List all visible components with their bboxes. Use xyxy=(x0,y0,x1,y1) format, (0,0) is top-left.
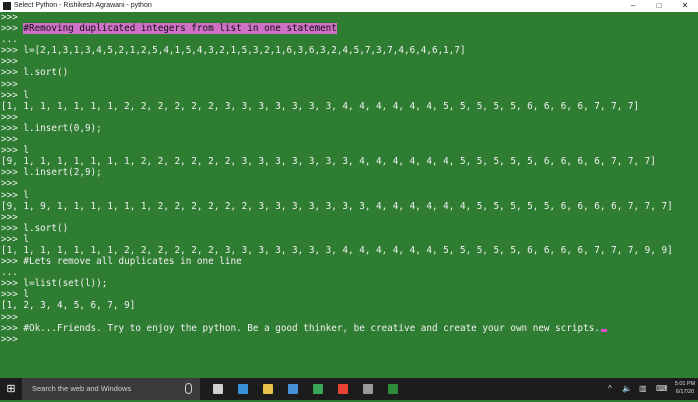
console-line-text: ... xyxy=(1,267,18,279)
console-line: >>> l=list(set(l)); xyxy=(0,278,698,289)
search-placeholder: Search the web and Windows xyxy=(32,384,132,393)
app-green-icon[interactable] xyxy=(310,381,326,397)
console-line-text: >>> xyxy=(1,56,18,68)
console-line-text: >>> xyxy=(1,134,18,146)
console-line-text: >>> xyxy=(1,111,18,123)
close-button[interactable]: ✕ xyxy=(672,0,698,12)
store-icon[interactable] xyxy=(285,381,301,397)
console-line-text: >>> l.sort() xyxy=(1,222,69,234)
network-icon[interactable]: ▥ xyxy=(639,378,647,400)
taskbar: ⊞ Search the web and Windows ^ 🔈 ▥ ⌨ 5:0… xyxy=(0,378,698,400)
console-line: >>> l.sort() xyxy=(0,67,698,78)
console-line: >>> xyxy=(0,56,698,67)
console-output[interactable]: >>> >>> #Removing duplicated integers fro… xyxy=(0,12,698,378)
console-line-text: [9, 1, 1, 1, 1, 1, 1, 1, 2, 2, 2, 2, 2, … xyxy=(1,156,656,168)
console-line-text: >>> l xyxy=(1,233,29,245)
console-line: [1, 1, 1, 1, 1, 1, 1, 2, 2, 2, 2, 2, 2, … xyxy=(0,245,698,256)
console-line: >>> #Ok...Friends. Try to enjoy the pyth… xyxy=(0,323,698,334)
console-line: ... xyxy=(0,267,698,278)
console-line: [1, 1, 1, 1, 1, 1, 1, 2, 2, 2, 2, 2, 2, … xyxy=(0,101,698,112)
windows-start-icon[interactable]: ⊞ xyxy=(0,378,22,400)
console-line: >>> xyxy=(0,112,698,123)
console-line-text: >>> l xyxy=(1,89,29,101)
clock-time: 5:01 PM xyxy=(674,381,696,387)
minimize-button[interactable]: – xyxy=(620,0,646,12)
console-line-text: >>> l=list(set(l)); xyxy=(1,278,108,290)
console-line-text: >>> l.sort() xyxy=(1,67,69,79)
tray-chevron-icon[interactable]: ^ xyxy=(608,378,612,400)
console-line: >>> l.insert(0,9); xyxy=(0,123,698,134)
edge-icon[interactable] xyxy=(235,381,251,397)
keyboard-icon[interactable]: ⌨ xyxy=(656,378,668,400)
console-line-text: >>> xyxy=(1,311,18,323)
console-line-text: ... xyxy=(1,34,18,46)
maximize-button[interactable]: □ xyxy=(646,0,672,12)
search-box[interactable]: Search the web and Windows xyxy=(22,378,200,400)
text-cursor xyxy=(600,328,607,332)
file-explorer-icon[interactable] xyxy=(260,381,276,397)
console-line-text: [1, 2, 3, 4, 5, 6, 7, 9] xyxy=(1,300,136,312)
clock[interactable]: 5:01 PM 6/17/20 xyxy=(673,380,697,396)
console-line: >>> xyxy=(0,212,698,223)
volume-icon[interactable]: 🔈 xyxy=(622,378,632,400)
console-line-text: >>> l.insert(2,9); xyxy=(1,167,102,179)
console-line-text: [1, 1, 1, 1, 1, 1, 1, 2, 2, 2, 2, 2, 2, … xyxy=(1,100,640,112)
console-line-text: >>> l xyxy=(1,289,29,301)
console-line: >>> l=[2,1,3,1,3,4,5,2,1,2,5,4,1,5,4,3,2… xyxy=(0,45,698,56)
console-line: >>> l xyxy=(0,145,698,156)
console-line-text: >>> xyxy=(1,178,18,190)
console-line-text: >>> xyxy=(1,333,18,345)
chrome-icon[interactable] xyxy=(335,381,351,397)
console-line: >>> l xyxy=(0,90,698,101)
console-line-text: [1, 1, 1, 1, 1, 1, 1, 2, 2, 2, 2, 2, 2, … xyxy=(1,244,673,256)
console-line: >>> #Lets remove all duplicates in one l… xyxy=(0,256,698,267)
clock-date: 6/17/20 xyxy=(675,389,695,395)
console-line: >>> l.sort() xyxy=(0,223,698,234)
title-bar: Select Python - Rishikesh Agrawani - pyt… xyxy=(0,0,698,12)
console-line: [9, 1, 9, 1, 1, 1, 1, 1, 1, 2, 2, 2, 2, … xyxy=(0,201,698,212)
console-line: >>> l xyxy=(0,190,698,201)
cmd-icon[interactable] xyxy=(360,381,376,397)
console-line: >>> xyxy=(0,79,698,90)
console-line-text: >>> xyxy=(1,12,18,23)
excel-icon[interactable] xyxy=(385,381,401,397)
task-view-icon[interactable] xyxy=(210,381,226,397)
console-line-text: >>> l xyxy=(1,145,29,157)
console-line: [1, 2, 3, 4, 5, 6, 7, 9] xyxy=(0,300,698,311)
console-line: >>> #Removing duplicated integers from l… xyxy=(0,23,698,35)
console-line: >>> l xyxy=(0,234,698,245)
console-prompt: >>> xyxy=(1,23,24,35)
console-line: >>> xyxy=(0,312,698,323)
console-line-text: >>> l=[2,1,3,1,3,4,5,2,1,2,5,4,1,5,4,3,2… xyxy=(1,45,466,57)
console-line-text: >>> #Ok...Friends. Try to enjoy the pyth… xyxy=(1,322,600,334)
console-line-text: >>> xyxy=(1,211,18,223)
console-line: ... xyxy=(0,34,698,45)
console-line: >>> l xyxy=(0,289,698,300)
console-line: >>> xyxy=(0,178,698,189)
console-line: >>> xyxy=(0,134,698,145)
console-line-text: >>> #Lets remove all duplicates in one l… xyxy=(1,256,242,268)
console-line-text: >>> xyxy=(1,78,18,90)
microphone-icon[interactable] xyxy=(185,383,192,394)
window-title: Select Python - Rishikesh Agrawani - pyt… xyxy=(14,2,152,9)
console-line: [9, 1, 1, 1, 1, 1, 1, 1, 2, 2, 2, 2, 2, … xyxy=(0,156,698,167)
console-line: >>> l.insert(2,9); xyxy=(0,167,698,178)
console-line-text: >>> l xyxy=(1,189,29,201)
console-line-text: [9, 1, 9, 1, 1, 1, 1, 1, 1, 2, 2, 2, 2, … xyxy=(1,200,673,212)
console-line: >>> xyxy=(0,12,698,23)
python-app-icon xyxy=(3,2,11,10)
console-line-text: >>> l.insert(0,9); xyxy=(1,122,102,134)
console-line: >>> xyxy=(0,334,698,345)
highlighted-comment: #Removing duplicated integers from list … xyxy=(23,23,337,35)
